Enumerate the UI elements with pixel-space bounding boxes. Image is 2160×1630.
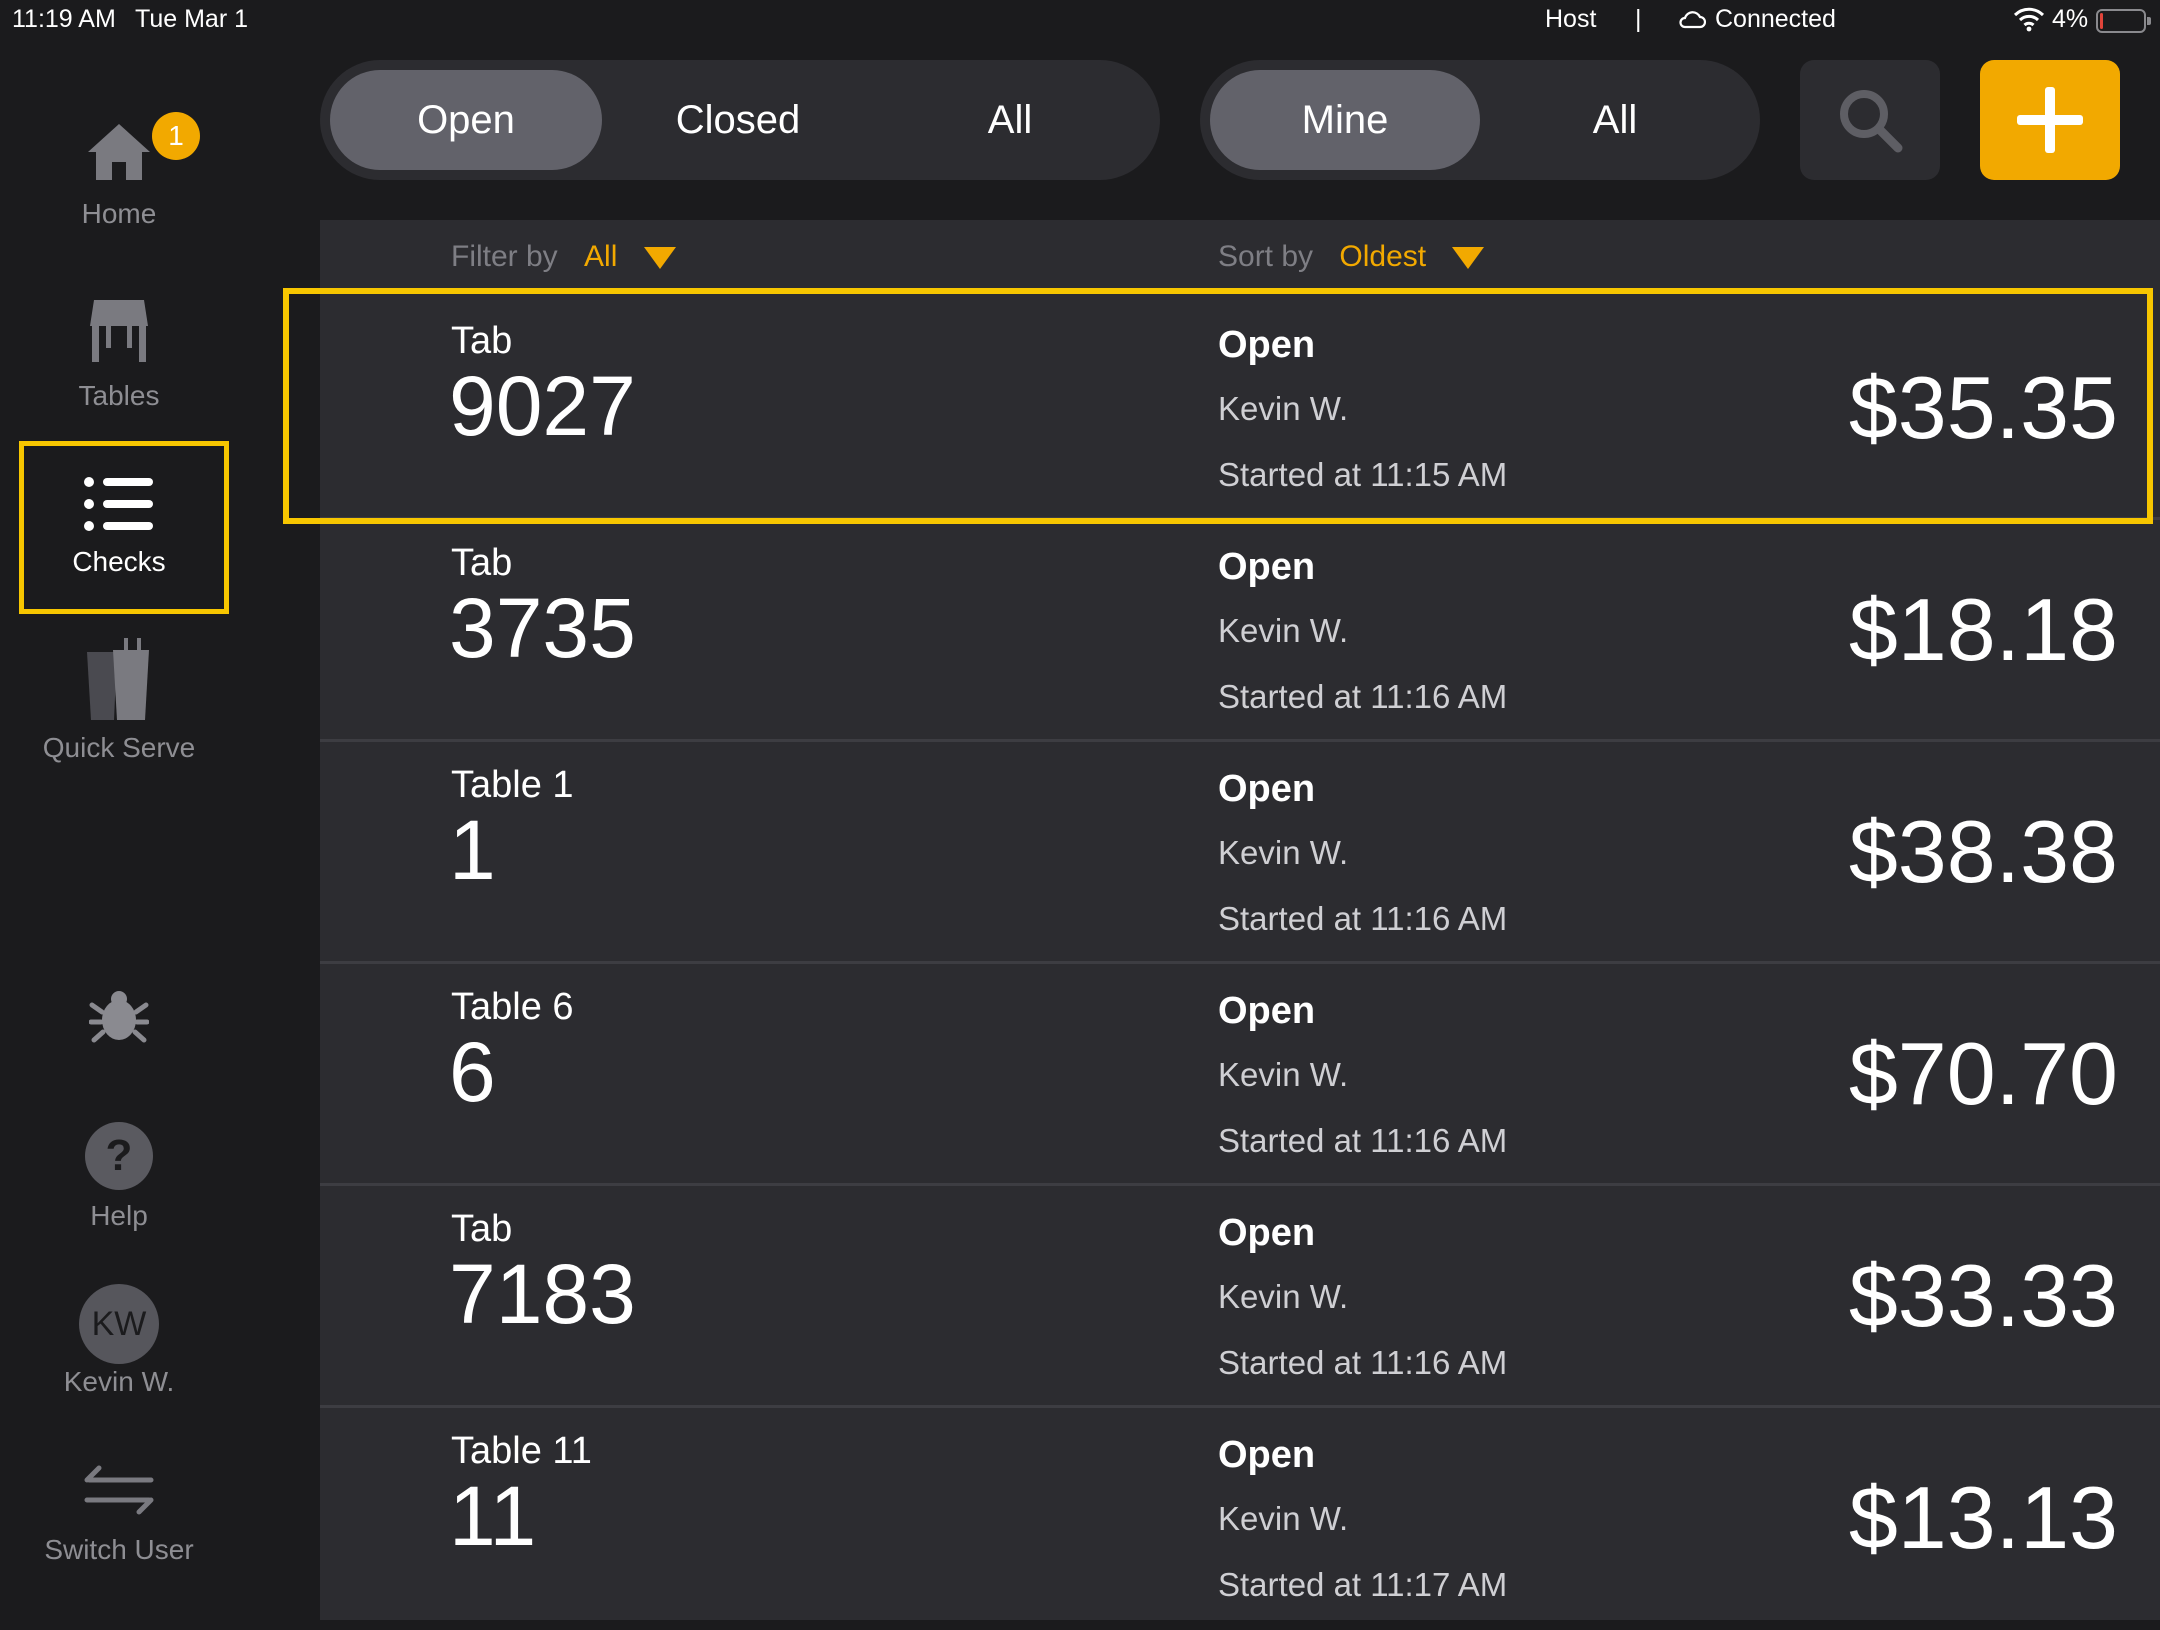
status-separator: | xyxy=(1635,5,1642,33)
table-icon xyxy=(90,300,148,362)
sidebar-item-label: Help xyxy=(90,1200,148,1231)
search-icon xyxy=(1840,90,1903,153)
check-start-time: Started at 11:16 AM xyxy=(1218,678,1508,715)
sidebar-item-help[interactable]: ? Help xyxy=(0,1122,238,1232)
plus-icon xyxy=(2017,87,2083,153)
check-status: Open xyxy=(1218,546,1316,588)
status-battery-percent: 4% xyxy=(2052,5,2089,33)
list-controls: Filter by All Sort by Oldest xyxy=(320,220,2160,298)
filter-label: Filter by xyxy=(451,240,558,273)
check-row[interactable]: Tab 7183 Open Kevin W. Started at 11:16 … xyxy=(320,1186,2160,1408)
check-status: Open xyxy=(1218,1212,1316,1254)
check-number: 3735 xyxy=(449,581,636,675)
status-segmented-control: Open Closed All xyxy=(320,60,1160,180)
check-server: Kevin W. xyxy=(1218,1056,1349,1093)
sidebar-item-home[interactable]: Home xyxy=(0,120,238,230)
question-icon: ? xyxy=(85,1122,153,1190)
check-category: Table 6 xyxy=(451,986,574,1028)
check-server: Kevin W. xyxy=(1218,1278,1349,1315)
check-row[interactable]: Table 1 1 Open Kevin W. Started at 11:16… xyxy=(320,742,2160,964)
check-number: 9027 xyxy=(449,359,636,453)
chevron-down-icon xyxy=(1452,247,1485,270)
check-number: 7183 xyxy=(449,1247,636,1341)
sort-value: Oldest xyxy=(1339,240,1427,273)
check-status: Open xyxy=(1218,990,1316,1032)
check-start-time: Started at 11:16 AM xyxy=(1218,1122,1508,1159)
swap-arrows-icon xyxy=(84,1465,154,1515)
wifi-icon xyxy=(2013,6,2045,39)
search-button[interactable] xyxy=(1800,60,1940,180)
check-number: 6 xyxy=(449,1025,496,1119)
check-status: Open xyxy=(1218,1434,1316,1476)
segment-all-owners[interactable]: All xyxy=(1480,70,1750,170)
cloud-icon xyxy=(1678,7,1707,36)
bug-icon xyxy=(89,991,149,1043)
check-start-time: Started at 11:16 AM xyxy=(1218,1344,1508,1381)
status-connection: Connected xyxy=(1715,5,1836,33)
checks-list-panel: Filter by All Sort by Oldest Tab 9027 Op… xyxy=(320,220,2160,1620)
check-category: Tab xyxy=(451,320,513,362)
filter-dropdown[interactable]: Filter by All xyxy=(451,240,676,274)
check-amount: $33.33 xyxy=(1848,1246,2118,1345)
sidebar-item-label: Switch User xyxy=(44,1534,194,1565)
sidebar-item-label: Tables xyxy=(78,380,160,411)
sidebar-item-switch-user[interactable]: Switch User xyxy=(0,1462,238,1566)
check-server: Kevin W. xyxy=(1218,390,1349,427)
check-category: Tab xyxy=(451,542,513,584)
filter-value: All xyxy=(584,240,618,273)
add-check-button[interactable] xyxy=(1980,60,2120,180)
check-start-time: Started at 11:15 AM xyxy=(1218,456,1508,493)
check-number: 11 xyxy=(449,1469,537,1563)
sort-dropdown[interactable]: Sort by Oldest xyxy=(1218,240,1485,274)
check-category: Table 11 xyxy=(451,1430,592,1472)
check-amount: $35.35 xyxy=(1848,358,2118,457)
battery-icon xyxy=(2096,9,2151,33)
check-row[interactable]: Tab 3735 Open Kevin W. Started at 11:16 … xyxy=(320,520,2160,742)
owner-segmented-control: Mine All xyxy=(1200,60,1760,180)
debug-button[interactable] xyxy=(0,988,238,1044)
check-start-time: Started at 11:17 AM xyxy=(1218,1566,1508,1603)
segment-mine[interactable]: Mine xyxy=(1210,70,1480,170)
sidebar-item-user[interactable]: KW Kevin W. xyxy=(0,1284,238,1398)
sidebar-item-quick-serve[interactable]: Quick Serve xyxy=(0,638,238,764)
user-name: Kevin W. xyxy=(63,1366,175,1397)
sidebar-item-label: Home xyxy=(81,198,157,229)
check-category: Table 1 xyxy=(451,764,574,806)
avatar: KW xyxy=(79,1284,159,1364)
check-row[interactable]: Table 11 11 Open Kevin W. Started at 11:… xyxy=(320,1408,2160,1630)
check-number: 1 xyxy=(449,803,496,897)
check-server: Kevin W. xyxy=(1218,612,1349,649)
status-date: Tue Mar 1 xyxy=(135,5,249,33)
check-amount: $38.38 xyxy=(1848,802,2118,901)
status-role: Host xyxy=(1545,5,1597,33)
check-amount: $18.18 xyxy=(1848,580,2118,679)
check-amount: $13.13 xyxy=(1848,1468,2118,1567)
status-time: 11:19 AM xyxy=(12,5,116,33)
check-status: Open xyxy=(1218,324,1316,366)
checks-highlight xyxy=(19,441,229,614)
chevron-down-icon xyxy=(643,247,676,270)
check-server: Kevin W. xyxy=(1218,1500,1349,1537)
segment-all-statuses[interactable]: All xyxy=(874,70,1146,170)
check-row[interactable]: Table 6 6 Open Kevin W. Started at 11:16… xyxy=(320,964,2160,1186)
house-icon xyxy=(88,124,150,180)
notification-badge: 1 xyxy=(152,112,200,160)
segment-open[interactable]: Open xyxy=(330,70,602,170)
sidebar-item-label: Quick Serve xyxy=(42,732,196,763)
check-amount: $70.70 xyxy=(1848,1024,2118,1123)
check-category: Tab xyxy=(451,1208,513,1250)
sidebar-item-tables[interactable]: Tables xyxy=(0,296,238,412)
sort-label: Sort by xyxy=(1218,240,1314,273)
check-status: Open xyxy=(1218,768,1316,810)
check-row[interactable]: Tab 9027 Open Kevin W. Started at 11:15 … xyxy=(320,298,2160,520)
check-server: Kevin W. xyxy=(1218,834,1349,871)
cups-icon xyxy=(87,638,149,720)
check-start-time: Started at 11:16 AM xyxy=(1218,900,1508,937)
status-bar: 11:19 AM Tue Mar 1 Host | Connected 4% xyxy=(0,0,2160,42)
segment-closed[interactable]: Closed xyxy=(602,70,874,170)
